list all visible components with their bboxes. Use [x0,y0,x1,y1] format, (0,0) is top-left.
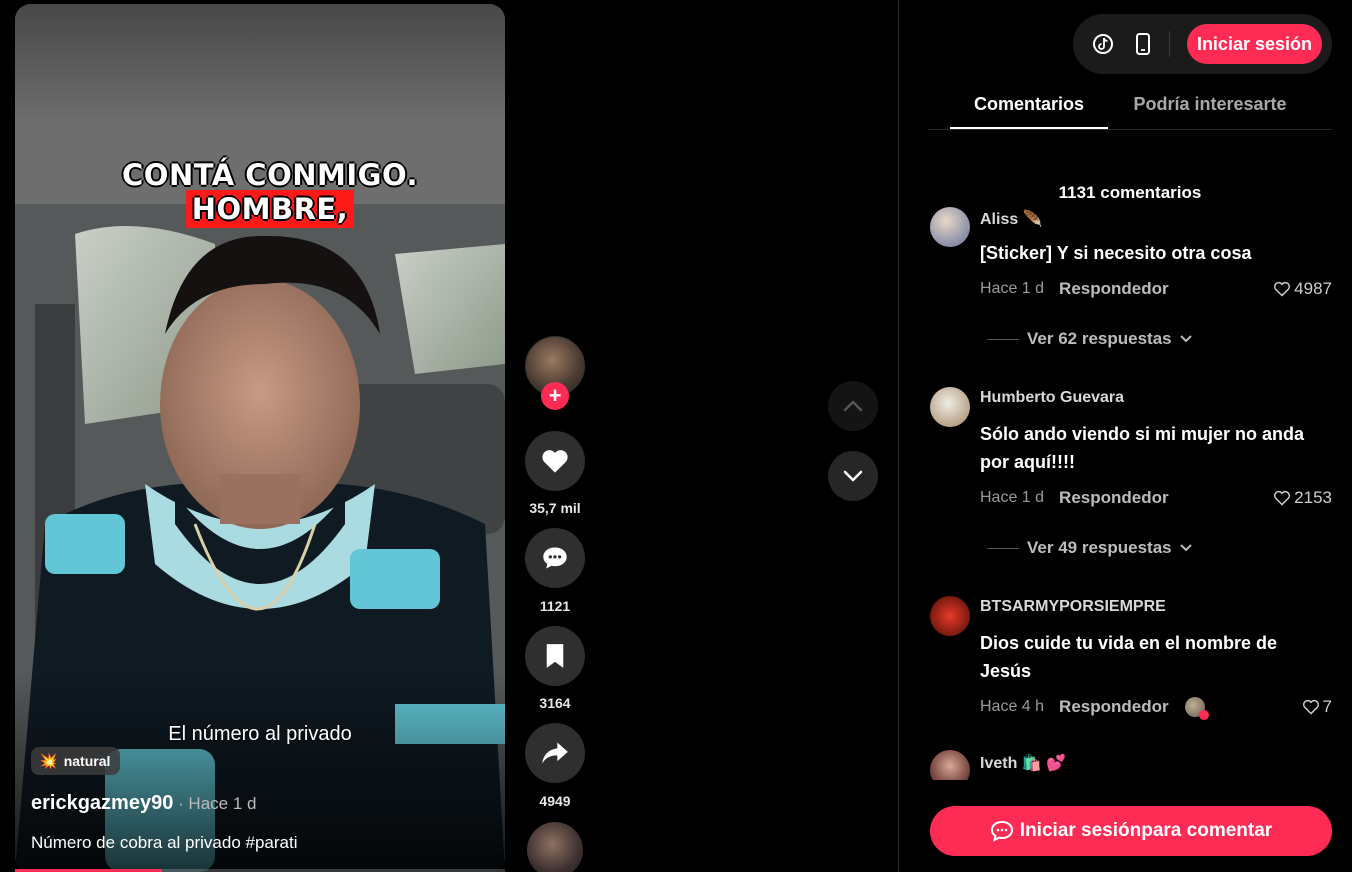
comment-username[interactable]: BTSARMYPORSIEMPRE [980,598,1166,616]
caption-highlight: HOMBRE, [185,190,355,228]
replies-divider [987,547,1019,549]
comment-item: Iveth 🛍️ 💕 [930,750,1334,780]
comment-meta: Hace 1 d Respondedor [980,488,1169,508]
chevron-down-icon [843,470,863,482]
view-replies-button[interactable]: Ver 49 respuestas [987,538,1192,558]
chevron-up-icon [843,400,863,412]
heart-outline-icon [1274,490,1291,506]
reply-button[interactable]: Respondedor [1059,279,1169,299]
comment-like-button[interactable]: 7 [1302,697,1332,717]
toolbar-separator [1169,31,1170,57]
like-button[interactable] [525,431,585,491]
comment-button[interactable] [525,528,585,588]
like-count: 35,7 mil [529,500,581,516]
share-arrow-icon [542,742,568,764]
share-button[interactable] [525,723,585,783]
view-replies-button[interactable]: Ver 62 respuestas [987,329,1192,349]
previous-video-button[interactable] [828,381,878,431]
replies-divider [987,338,1019,340]
view-replies-label: Ver 62 respuestas [1027,329,1172,348]
video-subtitle: El número al privado [168,723,352,745]
effect-tag[interactable]: 💥 natural [31,747,121,775]
comment-bubble-icon [543,547,567,569]
heart-outline-icon [1302,699,1319,715]
comment-like-button[interactable]: 4987 [1273,279,1332,299]
sparkle-icon: 💥 [39,753,58,770]
tab-might-interest[interactable]: Podría interesarte [1126,86,1294,129]
mobile-device-icon[interactable] [1127,28,1159,60]
creator-liked-avatar [1184,697,1209,720]
effect-tag-label: natural [63,753,111,769]
comment-username[interactable]: Aliss 🪶 [980,209,1043,229]
comment-time: Hace 1 d [980,489,1045,506]
heart-badge-icon [1198,710,1209,720]
panel-tabs: Comentarios Podría interesarte [928,86,1332,130]
tab-comments[interactable]: Comentarios [950,86,1108,129]
comments-total: 1131 comentarios [1058,183,1202,202]
comment-text: Sólo ando viendo si mi mujer no anda por… [980,424,1305,472]
chevron-down-icon [1179,335,1192,343]
comment-time: Hace 4 h [980,698,1045,715]
top-action-bar: Iniciar sesión [1073,14,1332,74]
author-username[interactable]: erickgazmey90 [31,792,173,814]
heart-icon [542,450,568,473]
login-to-comment-button[interactable]: Iniciar sesiónpara comentar [930,806,1332,856]
save-count: 3164 [539,695,571,711]
video-top-gradient [15,4,505,124]
comment-count-action: 1121 [539,598,571,614]
heart-outline-icon [1274,281,1291,297]
comment-item: BTSARMYPORSIEMPRE Dios cuide tu vida en … [930,596,1334,726]
comment-item: Aliss 🪶 [Sticker] Y si necesito otra cos… [930,207,1334,352]
comment-bubble-icon [990,820,1013,842]
reply-button[interactable]: Respondedor [1059,488,1169,508]
avatar[interactable] [930,207,970,247]
tiktok-logo-icon[interactable] [1087,28,1119,60]
avatar[interactable] [930,596,970,636]
avatar[interactable] [930,387,970,427]
comment-text: Dios cuide tu vida en el nombre de Jesús [980,633,1278,681]
view-replies-label: Ver 49 respuestas [1027,538,1172,557]
comment-username[interactable]: Iveth 🛍️ 💕 [980,753,1066,773]
post-time: · Hace 1 d [173,794,257,813]
save-button[interactable] [525,626,585,686]
comment-like-button[interactable]: 2153 [1273,488,1332,508]
creator-avatar[interactable]: + [525,336,585,412]
follow-plus-icon[interactable]: + [541,382,569,410]
comment-like-count: 2153 [1294,488,1332,507]
video-player[interactable]: CONTÁ CONMIGO. HOMBRE, El número al priv… [15,4,505,872]
panel-divider [898,0,899,872]
next-creator-avatar[interactable] [527,822,583,872]
author-line: erickgazmey90 · Hace 1 d [31,792,256,815]
avatar[interactable] [930,750,970,780]
caption-text: CONTÁ CONMIGO. [122,158,418,192]
comment-meta: Hace 4 h Respondedor [980,697,1209,720]
login-button[interactable]: Iniciar sesión [1186,24,1322,64]
reply-button[interactable]: Respondedor [1059,697,1169,717]
comment-text: [Sticker] Y si necesito otra cosa [980,243,1252,263]
comment-time: Hace 1 d [980,280,1045,297]
comment-item: Humberto Guevara Sólo ando viendo si mi … [930,387,1334,562]
video-description: Número de cobra al privado #parati [31,833,298,852]
chevron-down-icon [1179,544,1192,552]
video-caption-overlay: CONTÁ CONMIGO. HOMBRE, [55,158,485,228]
comment-like-count: 4987 [1294,279,1332,298]
comment-username[interactable]: Humberto Guevara [980,389,1124,407]
next-video-button[interactable] [828,451,878,501]
bookmark-icon [546,644,564,668]
comment-like-count: 7 [1322,697,1332,716]
share-count: 4949 [539,793,571,809]
login-to-comment-label: Iniciar sesiónpara comentar [1019,820,1273,841]
comment-meta: Hace 1 d Respondedor [980,279,1169,299]
